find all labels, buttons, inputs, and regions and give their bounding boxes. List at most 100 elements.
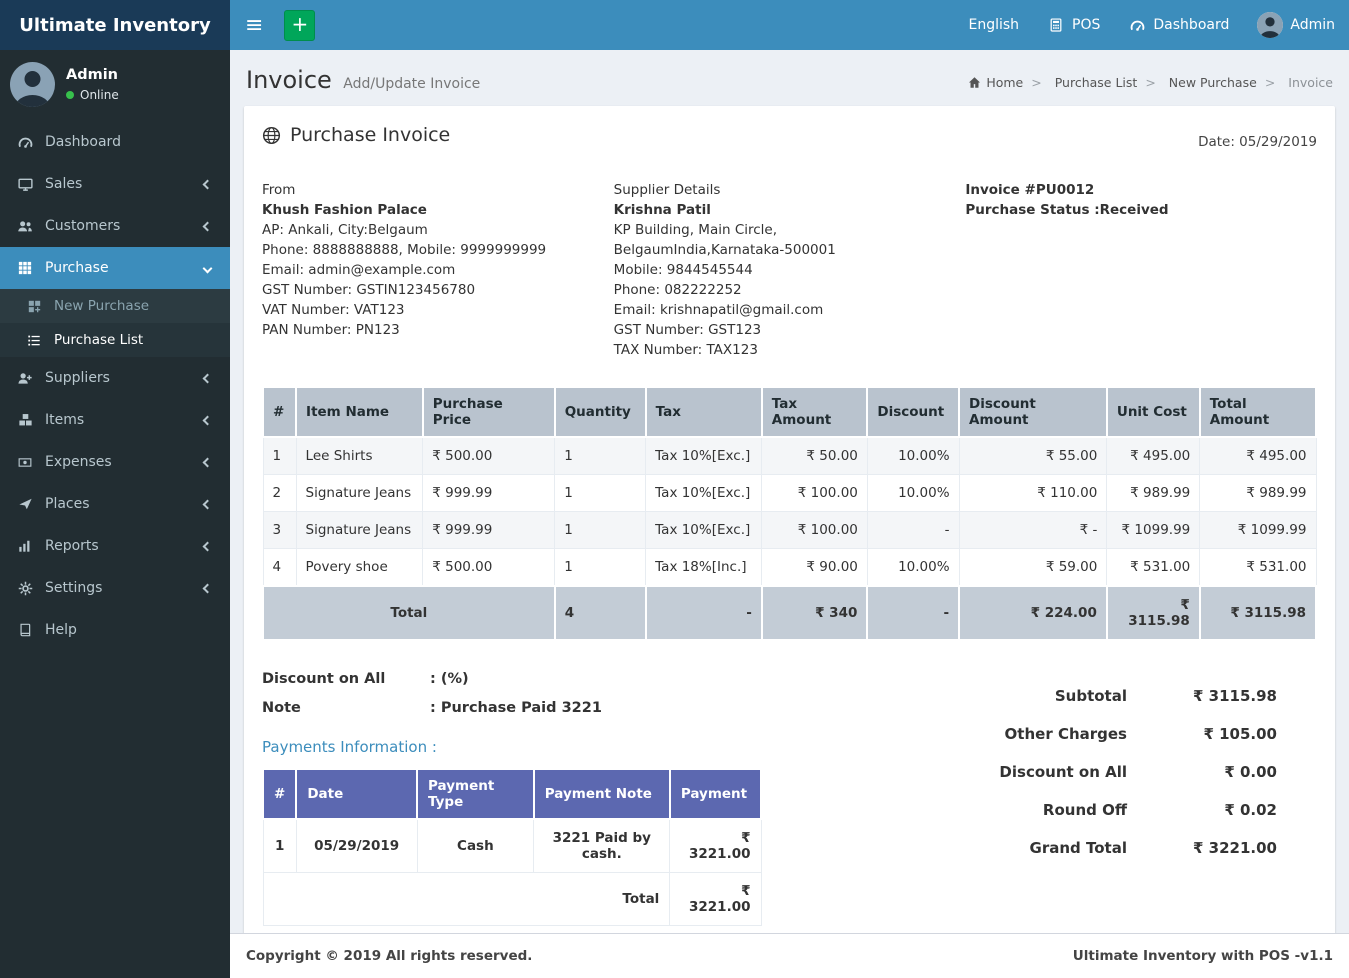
cell-tax: Tax 18%[Inc.] xyxy=(645,548,763,587)
cell-index: 4 xyxy=(262,548,297,587)
cell-total-amount: ₹ 531.00 xyxy=(1199,548,1317,587)
note-label: Note xyxy=(262,700,301,716)
monitor-icon xyxy=(16,177,34,192)
col-header-tax-amount: Tax Amount xyxy=(760,386,869,438)
sidebar-item-items[interactable]: Items xyxy=(0,399,230,441)
dashboard-link[interactable]: Dashboard xyxy=(1114,0,1243,50)
quick-add-button[interactable]: + xyxy=(284,9,316,41)
cell-quantity: 1 xyxy=(554,474,647,512)
sidebar-item-label: Reports xyxy=(45,538,99,554)
cell-purchase-price: ₹ 500.00 xyxy=(422,548,556,587)
breadcrumb-invoice: Invoice xyxy=(1257,75,1333,90)
sidebar-item-sales[interactable]: Sales xyxy=(0,163,230,205)
breadcrumb-label: New Purchase xyxy=(1168,75,1257,90)
bar-chart-icon xyxy=(16,539,34,553)
sidebar-item-expenses[interactable]: Expenses xyxy=(0,441,230,483)
chevron-left-icon xyxy=(202,541,213,551)
language-label: English xyxy=(968,17,1020,33)
col-header-item-name: Item Name xyxy=(295,386,424,438)
item-row: 1 Lee Shirts ₹ 500.00 1 Tax 10%[Exc.] ₹ … xyxy=(262,436,1317,475)
col-header-index: # xyxy=(261,768,298,820)
breadcrumb-purchase-list[interactable]: Purchase List xyxy=(1023,75,1138,90)
cell-tax: Tax 10%[Exc.] xyxy=(645,511,763,549)
summary-value: ₹ 3115.98 xyxy=(1193,687,1277,705)
sidebar-item-label: Help xyxy=(45,622,77,638)
sidebar-item-label: Purchase List xyxy=(54,332,144,348)
sidebar-item-label: Customers xyxy=(45,218,121,234)
payments-total-value: ₹ 3221.00 xyxy=(669,872,762,926)
sidebar-item-label: Places xyxy=(45,496,90,512)
pos-label: POS xyxy=(1072,17,1101,33)
online-label: Online xyxy=(80,88,119,102)
breadcrumb-home[interactable]: Home xyxy=(968,75,1023,90)
sidebar-item-purchase[interactable]: Purchase xyxy=(0,247,230,289)
version-text: Ultimate Inventory with POS -v1.1 xyxy=(1072,948,1333,964)
sidebar-toggle-button[interactable]: ≡ xyxy=(230,0,278,50)
supplier-line: Email: krishnapatil@gmail.com xyxy=(613,302,824,318)
sidebar-item-places[interactable]: Places xyxy=(0,483,230,525)
cell-total-amount: ₹ 989.99 xyxy=(1199,474,1317,512)
gauge-icon xyxy=(16,135,34,150)
breadcrumb-label: Purchase List xyxy=(1054,75,1138,90)
chevron-left-icon xyxy=(202,583,213,593)
from-name: Khush Fashion Palace xyxy=(262,202,427,218)
total-label: Total xyxy=(262,585,556,641)
cell-total-amount: ₹ 1099.99 xyxy=(1199,511,1317,549)
sidebar-item-label: Sales xyxy=(45,176,83,192)
app-brand[interactable]: Ultimate Inventory xyxy=(0,0,230,50)
breadcrumb-new-purchase[interactable]: New Purchase xyxy=(1137,75,1257,90)
cubes-icon xyxy=(16,413,34,427)
supplier-line: Phone: 082222252 xyxy=(613,282,742,298)
item-row: 2 Signature Jeans ₹ 999.99 1 Tax 10%[Exc… xyxy=(262,474,1317,512)
sidebar-item-purchase-list[interactable]: Purchase List xyxy=(0,323,230,357)
sidebar-item-help[interactable]: Help xyxy=(0,609,230,651)
pos-link[interactable]: POS xyxy=(1033,0,1114,50)
sidebar-item-label: Suppliers xyxy=(45,370,110,386)
summary-label: Other Charges xyxy=(1004,725,1127,743)
payments-total-label: Total xyxy=(262,872,671,926)
col-header-quantity: Quantity xyxy=(553,386,647,438)
from-line: GST Number: GSTIN123456780 xyxy=(262,282,476,298)
cell-date: 05/29/2019 xyxy=(295,818,418,873)
supplier-line: GST Number: GST123 xyxy=(613,322,762,338)
sidebar-user-name: Admin xyxy=(66,67,119,83)
totals-summary: Subtotal ₹ 3115.98 Other Charges ₹ 105.0… xyxy=(947,671,1277,933)
sidebar-item-suppliers[interactable]: Suppliers xyxy=(0,357,230,399)
chevron-left-icon xyxy=(202,457,213,467)
from-line: AP: Ankali, City:Belgaum xyxy=(262,222,428,238)
note-row: Note : Purchase Paid 3221 xyxy=(262,700,782,716)
cell-item-name: Lee Shirts xyxy=(295,436,424,475)
content-area: Invoice Add/Update Invoice Home Purchase… xyxy=(230,50,1349,933)
col-header-discount-amount: Discount Amount xyxy=(958,386,1108,438)
user-status[interactable]: Online xyxy=(66,88,119,102)
sidebar-item-new-purchase[interactable]: New Purchase xyxy=(0,289,230,323)
cell-discount-amount: ₹ 59.00 xyxy=(958,548,1108,587)
cell-tax-amount: ₹ 100.00 xyxy=(761,511,868,549)
supplier-line: Mobile: 9844545544 xyxy=(613,262,753,278)
cell-purchase-price: ₹ 999.99 xyxy=(422,474,556,512)
sidebar-item-label: Dashboard xyxy=(45,134,121,150)
cell-unit-cost: ₹ 989.99 xyxy=(1106,474,1201,512)
language-menu[interactable]: English xyxy=(954,0,1033,50)
page-subtitle: Add/Update Invoice xyxy=(343,76,481,92)
summary-label: Grand Total xyxy=(1029,839,1127,857)
plus-icon: + xyxy=(291,11,309,36)
sidebar-item-customers[interactable]: Customers xyxy=(0,205,230,247)
sidebar-item-dashboard[interactable]: Dashboard xyxy=(0,121,230,163)
cell-item-name: Povery shoe xyxy=(295,548,424,587)
sidebar-item-reports[interactable]: Reports xyxy=(0,525,230,567)
globe-icon xyxy=(262,126,281,145)
cell-discount: 10.00% xyxy=(866,548,960,587)
items-total-row: Total 4 - ₹ 340 - ₹ 224.00 ₹ 3115.98 ₹ 3… xyxy=(262,585,1318,641)
user-menu[interactable]: Admin xyxy=(1243,0,1349,50)
cell-purchase-price: ₹ 999.99 xyxy=(422,511,556,549)
tachometer-icon xyxy=(1128,18,1146,33)
sidebar-item-settings[interactable]: Settings xyxy=(0,567,230,609)
cell-tax-amount: ₹ 50.00 xyxy=(761,436,868,475)
cell-total-amount: ₹ 495.00 xyxy=(1199,436,1317,475)
summary-label: Subtotal xyxy=(1054,687,1127,705)
breadcrumb-label: Invoice xyxy=(1288,75,1333,90)
cell-index: 3 xyxy=(262,511,297,549)
sidebar-item-label: Settings xyxy=(45,580,103,596)
items-table: # Item Name Purchase Price Quantity Tax … xyxy=(261,386,1318,641)
